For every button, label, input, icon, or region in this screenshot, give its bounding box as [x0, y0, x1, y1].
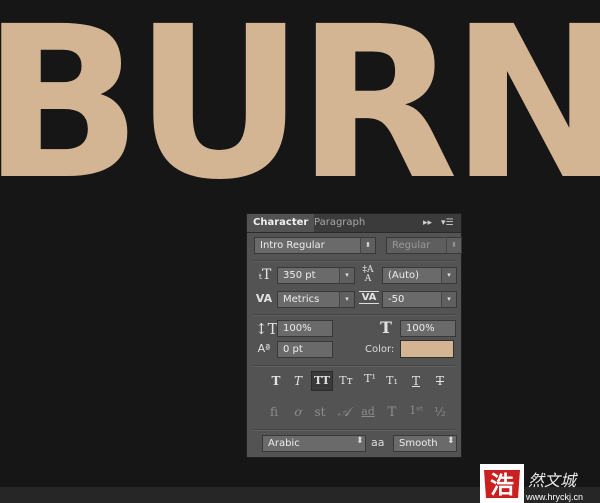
ligatures-button[interactable]: ﬁ: [265, 405, 283, 419]
horizontal-scale-field[interactable]: 100%: [400, 320, 456, 337]
tab-paragraph[interactable]: Paragraph: [308, 214, 371, 232]
underline-button[interactable]: T: [407, 374, 425, 388]
watermark-url: www.hryckj.cn: [525, 492, 583, 502]
swash-button[interactable]: 𝒜: [335, 405, 353, 420]
character-panel: Character Paragraph ▸▸ ▾☰ Intro Regular …: [246, 213, 462, 458]
chevron-down-icon[interactable]: ▾: [339, 291, 355, 308]
chevron-up-down-icon: ⬍: [356, 436, 364, 446]
antialias-icon: aa: [371, 436, 385, 449]
divider: [253, 260, 455, 262]
language-select[interactable]: Arabic: [262, 435, 366, 452]
tab-character[interactable]: Character: [247, 214, 315, 232]
titling-alternates-button[interactable]: T: [383, 405, 401, 420]
chevron-down-icon[interactable]: ⬍: [360, 237, 376, 254]
font-style-field[interactable]: Regular: [386, 237, 448, 254]
svg-text:浩: 浩: [490, 470, 514, 499]
chevron-down-icon[interactable]: ⬍: [446, 237, 462, 254]
color-swatch[interactable]: [400, 340, 454, 358]
baseline-shift-field[interactable]: 0 pt: [277, 341, 333, 358]
faux-italic-button[interactable]: T: [289, 374, 307, 388]
subscript-button[interactable]: T₁: [383, 374, 401, 387]
collapse-icon[interactable]: ▸▸: [423, 214, 432, 232]
panel-tabbar: Character Paragraph ▸▸ ▾☰: [247, 214, 461, 233]
superscript-button[interactable]: T¹: [361, 372, 379, 385]
contextual-alternates-button[interactable]: ơ: [289, 405, 307, 419]
divider: [253, 365, 455, 367]
burn-canvas-text: BURN: [0, 16, 600, 186]
color-label: Color:: [365, 344, 395, 355]
faux-bold-button[interactable]: T: [267, 374, 285, 388]
fractions-button[interactable]: ½: [431, 405, 449, 419]
ordinals-button[interactable]: 1ˢᵗ: [407, 404, 425, 417]
leading-icon: ‡A A: [362, 265, 374, 284]
chevron-up-down-icon: ⬍: [447, 436, 455, 446]
burn-text: BURN: [0, 16, 600, 186]
all-caps-button[interactable]: TT: [311, 371, 333, 391]
chevron-down-icon[interactable]: ▾: [441, 291, 457, 308]
vertical-scale-field[interactable]: 100%: [277, 320, 333, 337]
divider: [253, 314, 455, 316]
kerning-icon: VA: [255, 292, 273, 305]
horizontal-scale-icon: T: [380, 318, 392, 337]
chevron-down-icon[interactable]: ▾: [339, 267, 355, 284]
strikethrough-button[interactable]: T: [431, 374, 449, 388]
tracking-icon: VA: [359, 291, 379, 304]
discretionary-ligatures-button[interactable]: st: [311, 405, 329, 419]
svg-text:然文城: 然文城: [528, 471, 578, 490]
vertical-scale-icon: ↕T: [255, 320, 278, 338]
small-caps-button[interactable]: Tт: [337, 374, 355, 387]
panel-menu-icon[interactable]: ▾☰: [441, 214, 454, 232]
baseline-shift-icon: Aª: [257, 342, 271, 355]
watermark-logo: 浩 然文城 www.hryckj.cn: [480, 464, 583, 503]
font-family-field[interactable]: Intro Regular: [254, 237, 367, 254]
chevron-down-icon[interactable]: ▾: [441, 267, 457, 284]
divider: [253, 429, 455, 431]
stylistic-alternates-button[interactable]: ad: [359, 405, 377, 418]
font-size-icon: ₜT: [258, 267, 272, 283]
